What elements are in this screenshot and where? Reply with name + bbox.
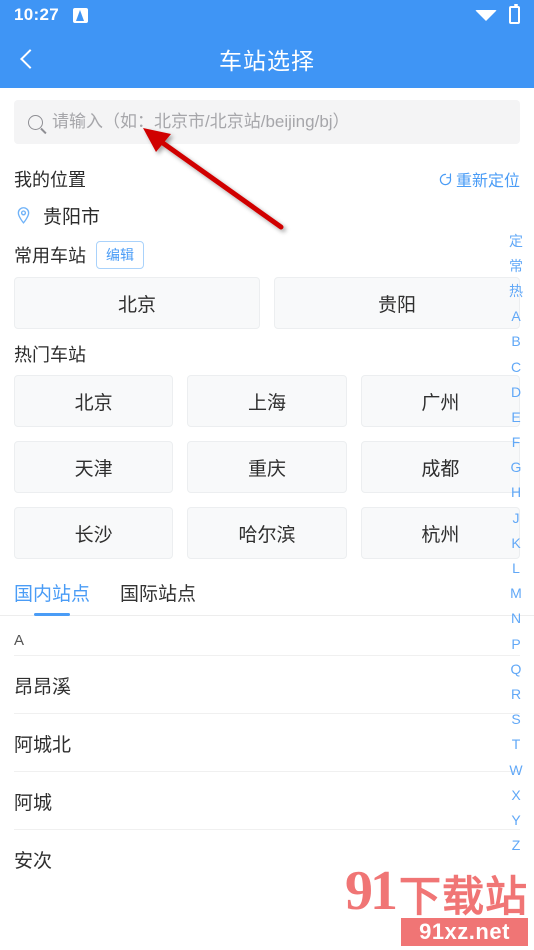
alphabet-index-item[interactable]: M [510,581,522,606]
alphabet-index-item[interactable]: C [511,354,521,379]
hot-station-tile[interactable]: 天津 [14,441,174,493]
station-list-item[interactable]: 阿城北 [14,713,520,771]
watermark-logo-text: 下载站 [398,873,528,921]
frequent-stations-grid: 北京 贵阳 [14,277,520,329]
station-list-item[interactable]: 阿城 [14,771,520,829]
hot-stations-grid: 北京 上海 广州 天津 重庆 成都 长沙 哈尔滨 杭州 [14,375,520,559]
chevron-left-icon [20,49,40,69]
alphabet-index-item[interactable]: A [511,304,520,329]
relocate-label: 重新定位 [455,173,520,190]
alphabet-index-item[interactable]: D [511,379,521,404]
alphabet-index-item[interactable]: G [511,455,522,480]
watermark-logo-row: 91 下载站 [344,860,528,923]
current-city-row[interactable]: 贵阳市 [14,202,520,229]
wifi-icon [475,9,497,21]
watermark-logo-number: 91 [344,860,398,923]
hot-station-tile[interactable]: 上海 [187,375,347,427]
my-location-title-group: 我的位置 [14,166,86,192]
frequent-stations-section: 常用车站 编辑 北京 贵阳 [0,241,534,329]
hot-station-tile[interactable]: 哈尔滨 [187,507,347,559]
alphabet-index-item[interactable]: W [509,757,522,782]
site-watermark: 91 下载站 91xz.net [344,860,528,946]
map-pin-icon [17,207,30,224]
hot-station-tile[interactable]: 北京 [14,375,174,427]
tab-domestic-stations[interactable]: 国内站点 [14,579,90,615]
alphabet-index-item[interactable]: P [511,631,520,656]
status-bar-time: 10:27 [14,5,59,24]
alphabet-index-item[interactable]: X [511,782,520,807]
frequent-stations-header: 常用车站 编辑 [14,241,520,269]
alphabet-index-item[interactable]: B [511,329,520,354]
hot-stations-title: 热门车站 [14,345,86,365]
tab-international-stations[interactable]: 国际站点 [120,579,196,615]
edit-frequent-stations-button[interactable]: 编辑 [96,241,144,269]
alphabet-index-item[interactable]: L [512,555,520,580]
watermark-domain: 91xz.net [400,918,528,946]
page-title: 车站选择 [219,48,315,74]
alphabet-index-item[interactable]: Y [511,807,520,832]
alphabet-index-item[interactable]: R [511,681,521,706]
title-bar: 车站选择 [0,30,534,88]
refresh-icon [439,172,452,185]
alphabet-index-item[interactable]: 常 [509,253,523,278]
search-icon [28,114,43,130]
hot-station-tile[interactable]: 成都 [360,441,520,493]
current-city-name: 贵阳市 [43,207,101,228]
hot-station-tile[interactable]: 杭州 [360,507,520,559]
alphabet-index-item[interactable]: Z [512,833,521,858]
my-location-header: 我的位置 重新定位 [14,166,520,192]
alphabet-index-item[interactable]: N [511,606,521,631]
station-list: A 昂昂溪 阿城北 阿城 安次 [0,616,534,887]
back-button[interactable] [0,30,56,88]
hot-station-tile[interactable]: 重庆 [187,441,347,493]
alphabet-index-item[interactable]: E [511,404,520,429]
search-section [0,88,534,154]
hot-station-tile[interactable]: 长沙 [14,507,174,559]
my-location-section: 我的位置 重新定位 贵阳市 [0,166,534,229]
battery-charging-icon: ⚡ [509,4,520,24]
station-selection-screen: 10:27 ⚡ 车站选择 我的位置 [0,0,534,950]
station-list-section-letter: A [14,632,25,649]
hot-stations-section: 热门车站 北京 上海 广州 天津 重庆 成都 长沙 哈尔滨 杭州 [0,341,534,559]
search-input[interactable] [52,112,506,132]
frequent-stations-title: 常用车站 [14,246,86,266]
my-location-title: 我的位置 [14,170,86,190]
hot-station-tile[interactable]: 广州 [360,375,520,427]
hot-stations-title-group: 热门车站 [14,341,86,367]
alphabet-index-item[interactable]: F [512,430,521,455]
alphabet-index-item[interactable]: H [511,480,521,505]
station-list-item[interactable]: 昂昂溪 [14,655,520,713]
frequent-station-tile[interactable]: 北京 [14,277,260,329]
frequent-station-tile[interactable]: 贵阳 [274,277,520,329]
battery-bolt-glyph: ⚡ [511,9,518,20]
alphabet-index-item[interactable]: 热 [509,278,523,303]
search-box[interactable] [14,100,520,144]
alphabet-index[interactable]: 定 常 热 A B C D E F G H J K L M N P Q R S … [502,228,530,858]
alphabet-index-item[interactable]: J [513,505,520,530]
station-scope-tabs: 国内站点 国际站点 [0,579,534,616]
alphabet-index-item[interactable]: T [512,732,521,757]
status-bar: 10:27 ⚡ [0,0,534,30]
frequent-stations-title-group: 常用车站 编辑 [14,241,144,269]
alphabet-index-item[interactable]: S [511,707,520,732]
app-badge-icon [72,7,88,23]
relocate-button[interactable]: 重新定位 [438,167,520,191]
alphabet-index-item[interactable]: Q [511,656,522,681]
alphabet-index-item[interactable]: 定 [509,228,523,253]
alphabet-index-item[interactable]: K [511,530,520,555]
hot-stations-header: 热门车站 [14,341,520,367]
